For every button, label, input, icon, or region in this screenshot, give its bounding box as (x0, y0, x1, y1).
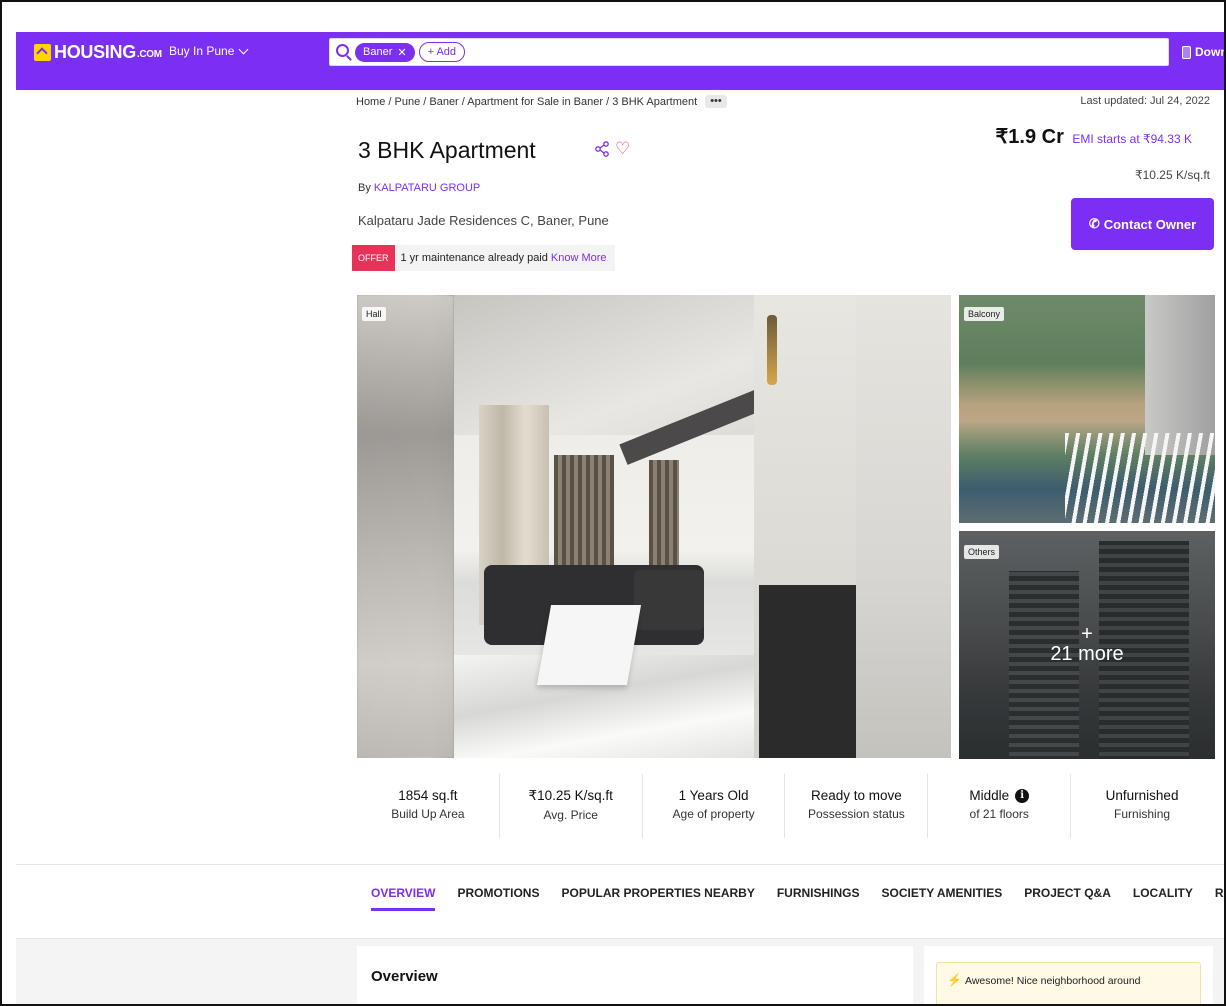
stat-age: 1 Years Old Age of property (643, 774, 786, 838)
price-block: ₹1.9 Cr EMI starts at ₹94.33 K (996, 124, 1192, 149)
info-icon[interactable]: i (1015, 788, 1030, 803)
top-navbar: HOUSING .COM Buy In Pune Baner ✕ + Add Do… (16, 32, 1224, 90)
stat-avg-price: ₹10.25 K/sq.ft Avg. Price (500, 774, 643, 838)
stat-label: Avg. Price (543, 808, 598, 822)
overview-card: Overview (357, 946, 913, 1004)
stat-label: Possession status (808, 807, 905, 821)
property-stats: 1854 sq.ft Build Up Area ₹10.25 K/sq.ft … (357, 774, 1213, 838)
gallery-balcony-image[interactable] (959, 295, 1215, 523)
housing-logo-icon (34, 43, 51, 61)
stat-label: Furnishing (1114, 807, 1171, 821)
image-tag-hall: Hall (362, 307, 386, 321)
hall-photo (454, 295, 856, 758)
plus-icon: + (1081, 622, 1093, 645)
chevron-down-icon (238, 44, 249, 55)
city-selector-label: Buy In Pune (169, 44, 235, 58)
search-chip-label: Baner (363, 46, 393, 58)
stat-furnishing: Unfurnished Furnishing (1071, 774, 1213, 838)
offer-badge: OFFER (352, 245, 395, 271)
photo-cabinet (759, 585, 856, 758)
download-label: Downlo (1195, 45, 1224, 59)
price-per-sqft: ₹10.25 K/sq.ft (1134, 168, 1210, 182)
tab-project-qa[interactable]: PROJECT Q&A (1024, 886, 1111, 920)
add-locality-button[interactable]: + Add (418, 42, 466, 62)
photo-railing (1065, 433, 1215, 523)
housing-logo[interactable]: HOUSING .COM (34, 42, 162, 62)
section-tabs: OVERVIEW PROMOTIONS POPULAR PROPERTIES N… (371, 886, 1224, 920)
stat-possession: Ready to move Possession status (785, 774, 929, 838)
offer-text: 1 yr maintenance already paid (400, 252, 548, 264)
photo-table (536, 605, 642, 685)
know-more-link[interactable]: Know More (551, 252, 607, 264)
search-icon (336, 43, 349, 57)
developer-link[interactable]: KALPATARU GROUP (374, 182, 480, 194)
overview-heading: Overview (371, 968, 438, 985)
stat-value: Unfurnished (1105, 788, 1179, 803)
last-updated: Last updated: Jul 24, 2022 (1080, 95, 1210, 107)
photo-pendant (767, 315, 777, 385)
download-app-button[interactable]: Downlo (1182, 45, 1224, 59)
stat-value: Ready to move (811, 788, 902, 803)
image-blur-left (357, 295, 454, 758)
page-title: 3 BHK Apartment (358, 137, 536, 163)
more-photos-count: 21 more (1050, 642, 1124, 665)
breadcrumb-more-button[interactable]: ••• (705, 95, 727, 108)
contact-owner-button[interactable]: ✆ Contact Owner (1071, 198, 1214, 250)
city-selector[interactable]: Buy In Pune (169, 44, 249, 58)
gallery-main-image[interactable] (357, 295, 951, 758)
logo-text: HOUSING (54, 41, 136, 62)
emi-link[interactable]: EMI starts at ₹94.33 K (1072, 132, 1192, 146)
stat-value: 1854 sq.ft (398, 788, 458, 803)
close-icon[interactable]: ✕ (397, 46, 406, 59)
highlight-card: ⚡ Awesome! Nice neighborhood around (924, 946, 1213, 1004)
tab-overview[interactable]: OVERVIEW (371, 886, 436, 920)
tab-popular-properties[interactable]: POPULAR PROPERTIES NEARBY (561, 886, 754, 920)
stat-area: 1854 sq.ft Build Up Area (357, 774, 500, 838)
contact-owner-label: Contact Owner (1103, 216, 1197, 232)
search-chip-baner[interactable]: Baner ✕ (355, 42, 415, 62)
price: ₹1.9 Cr (995, 126, 1064, 148)
stat-value: Middle (969, 788, 1010, 803)
phone-icon: ✆ (1088, 216, 1100, 231)
photo-building (1145, 295, 1215, 455)
highlight-text: Awesome! Nice neighborhood around (965, 975, 1141, 987)
photo-sofa (634, 570, 704, 630)
highlight-note: ⚡ Awesome! Nice neighborhood around (936, 962, 1201, 1004)
offer-banner: OFFER 1 yr maintenance already paid Know… (352, 245, 615, 271)
phone-icon (1182, 45, 1191, 59)
image-blur-right (856, 295, 951, 758)
breadcrumb-trail[interactable]: Home / Pune / Baner / Apartment for Sale… (356, 96, 697, 108)
tab-furnishings[interactable]: FURNISHINGS (777, 886, 860, 920)
section-divider (16, 864, 1224, 865)
logo-suffix: .COM (136, 49, 162, 60)
image-tag-balcony: Balcony (964, 307, 1005, 321)
breadcrumb: Home / Pune / Baner / Apartment for Sale… (356, 95, 727, 108)
stat-value: ₹10.25 K/sq.ft (528, 788, 613, 803)
by-prefix: By (358, 182, 371, 194)
more-photos-overlay[interactable]: + 21 more (959, 531, 1215, 759)
tab-promotions[interactable]: PROMOTIONS (457, 886, 539, 920)
stat-value-row: Middle i (928, 788, 1070, 803)
stat-value: 1 Years Old (678, 788, 749, 803)
stat-floor: Middle i of 21 floors (928, 774, 1072, 838)
property-address: Kalpataru Jade Residences C, Baner, Pune (358, 213, 609, 228)
share-icon[interactable] (594, 141, 610, 157)
tab-ratings[interactable]: RATINGS AI (1215, 886, 1224, 920)
tab-society-amenities[interactable]: SOCIETY AMENITIES (882, 886, 1003, 920)
stat-label: of 21 floors (969, 807, 1029, 821)
tab-locality[interactable]: LOCALITY (1133, 886, 1193, 920)
stat-label: Build Up Area (391, 807, 465, 821)
search-bar[interactable]: Baner ✕ + Add (329, 38, 1169, 66)
browser-frame: HOUSING .COM Buy In Pune Baner ✕ + Add Do… (0, 0, 1226, 1006)
lightning-icon: ⚡ (947, 973, 962, 987)
heart-icon[interactable]: ♡ (615, 139, 630, 159)
stat-label: Age of property (672, 807, 755, 821)
developer-byline: By KALPATARU GROUP (358, 182, 480, 194)
